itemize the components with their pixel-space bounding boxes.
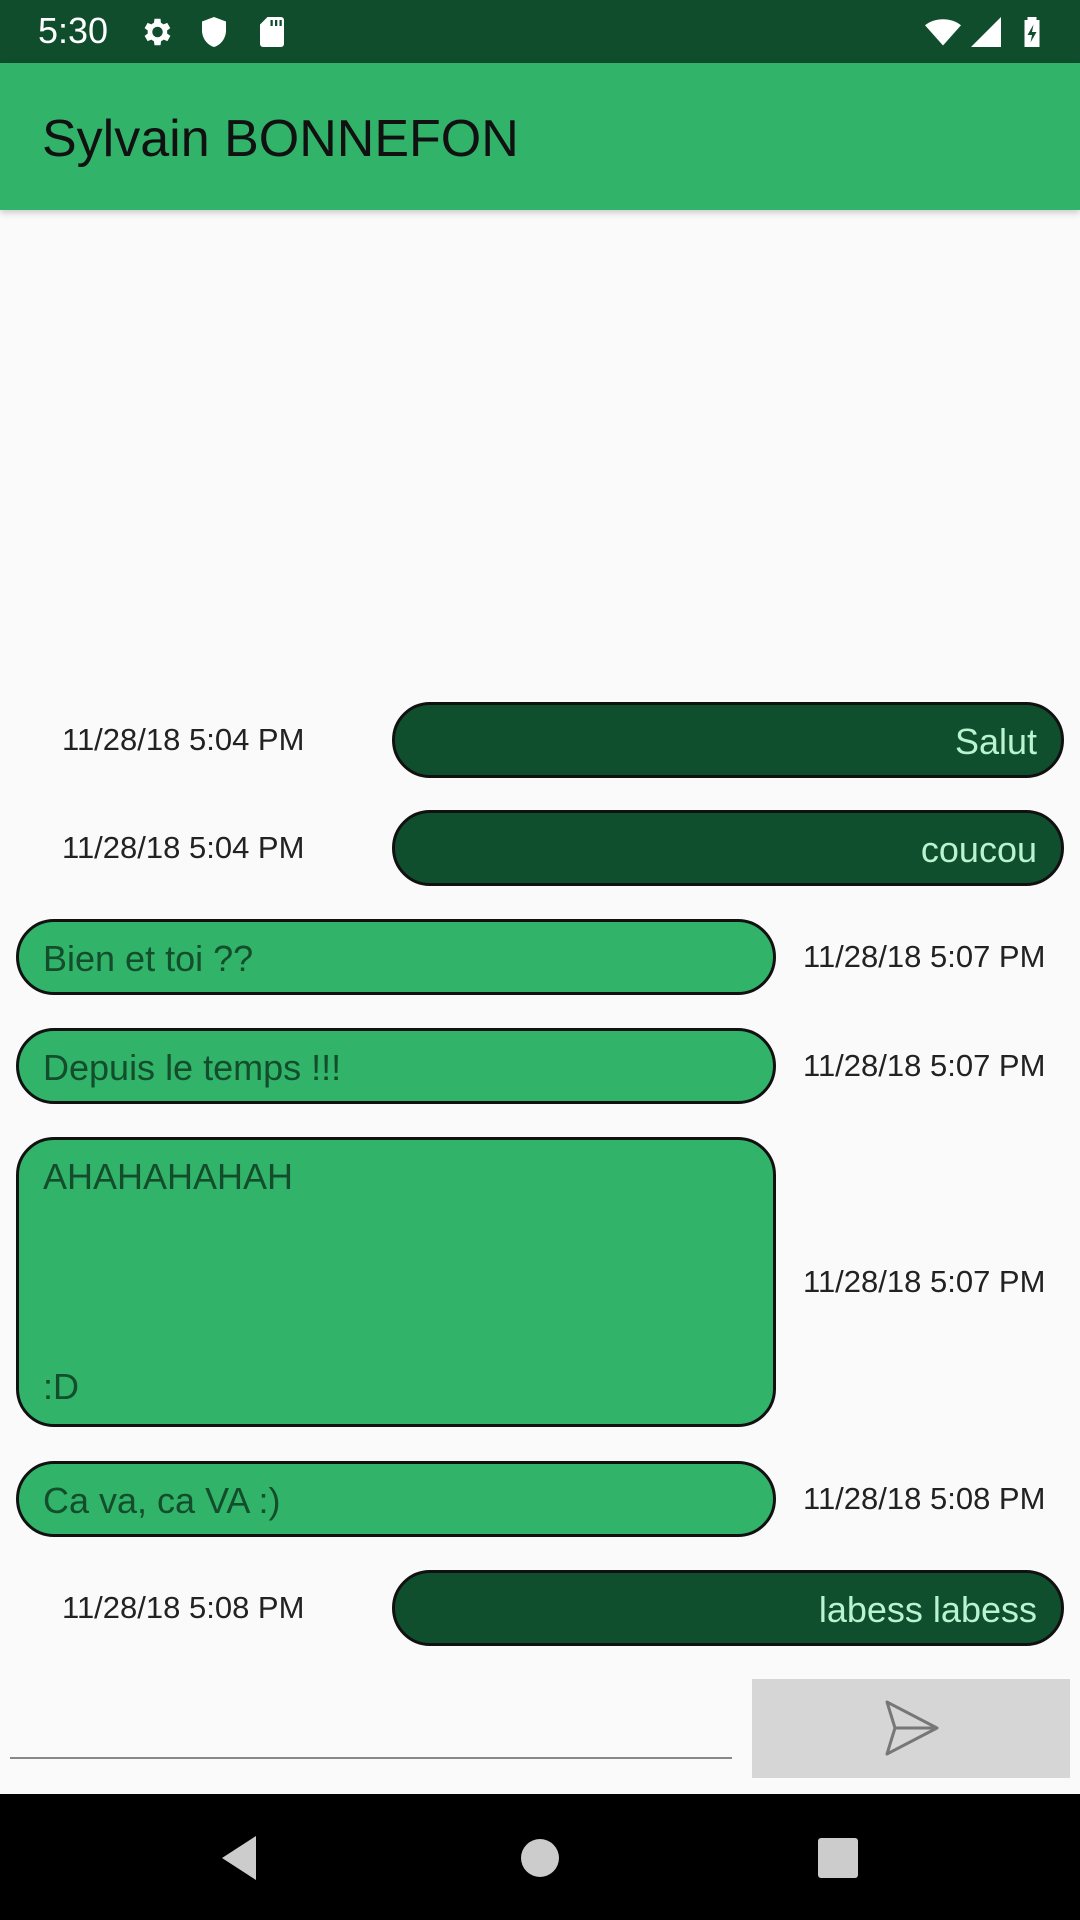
sent-message-bubble[interactable]: coucou	[392, 810, 1064, 886]
received-message-bubble[interactable]: Depuis le temps !!!	[16, 1028, 776, 1104]
message-timestamp: 11/28/18 5:08 PM	[62, 1590, 305, 1625]
sd-card-icon	[260, 17, 284, 47]
message-list[interactable]: 11/28/18 5:04 PM Salut 11/28/18 5:04 PM …	[0, 210, 1080, 1660]
sent-message-bubble[interactable]: labess labess	[392, 1570, 1064, 1646]
home-icon[interactable]	[514, 1832, 566, 1884]
battery-icon	[1024, 17, 1040, 47]
message-timestamp: 11/28/18 5:07 PM	[803, 939, 1046, 974]
message-text-line: AHAHAHAHAH	[43, 1156, 294, 1197]
send-icon	[885, 1700, 939, 1756]
message-text-line: :D	[43, 1366, 79, 1407]
back-icon[interactable]	[214, 1832, 266, 1884]
status-bar: 5:30	[0, 0, 1080, 63]
navigation-bar	[0, 1794, 1080, 1920]
send-button[interactable]	[752, 1679, 1070, 1778]
message-timestamp: 11/28/18 5:04 PM	[62, 830, 305, 865]
received-message-bubble[interactable]: Bien et toi ??	[16, 919, 776, 995]
message-timestamp: 11/28/18 5:04 PM	[62, 722, 305, 757]
status-time: 5:30	[38, 10, 109, 51]
received-message-bubble[interactable]: Ca va, ca VA :)	[16, 1461, 776, 1537]
page-title: Sylvain BONNEFON	[42, 110, 519, 168]
recents-icon[interactable]	[812, 1832, 864, 1884]
message-timestamp: 11/28/18 5:07 PM	[803, 1264, 1046, 1299]
received-message-bubble[interactable]: AHAHAHAHAH :D	[16, 1137, 776, 1427]
shield-icon	[202, 17, 226, 47]
sent-message-bubble[interactable]: Salut	[392, 702, 1064, 778]
signal-icon	[971, 17, 1001, 47]
message-timestamp: 11/28/18 5:08 PM	[803, 1481, 1046, 1516]
message-timestamp: 11/28/18 5:07 PM	[803, 1048, 1046, 1083]
gear-icon	[144, 18, 171, 46]
wifi-icon	[925, 19, 961, 46]
message-input[interactable]	[10, 1757, 732, 1759]
app-bar: Sylvain BONNEFON	[0, 63, 1080, 210]
